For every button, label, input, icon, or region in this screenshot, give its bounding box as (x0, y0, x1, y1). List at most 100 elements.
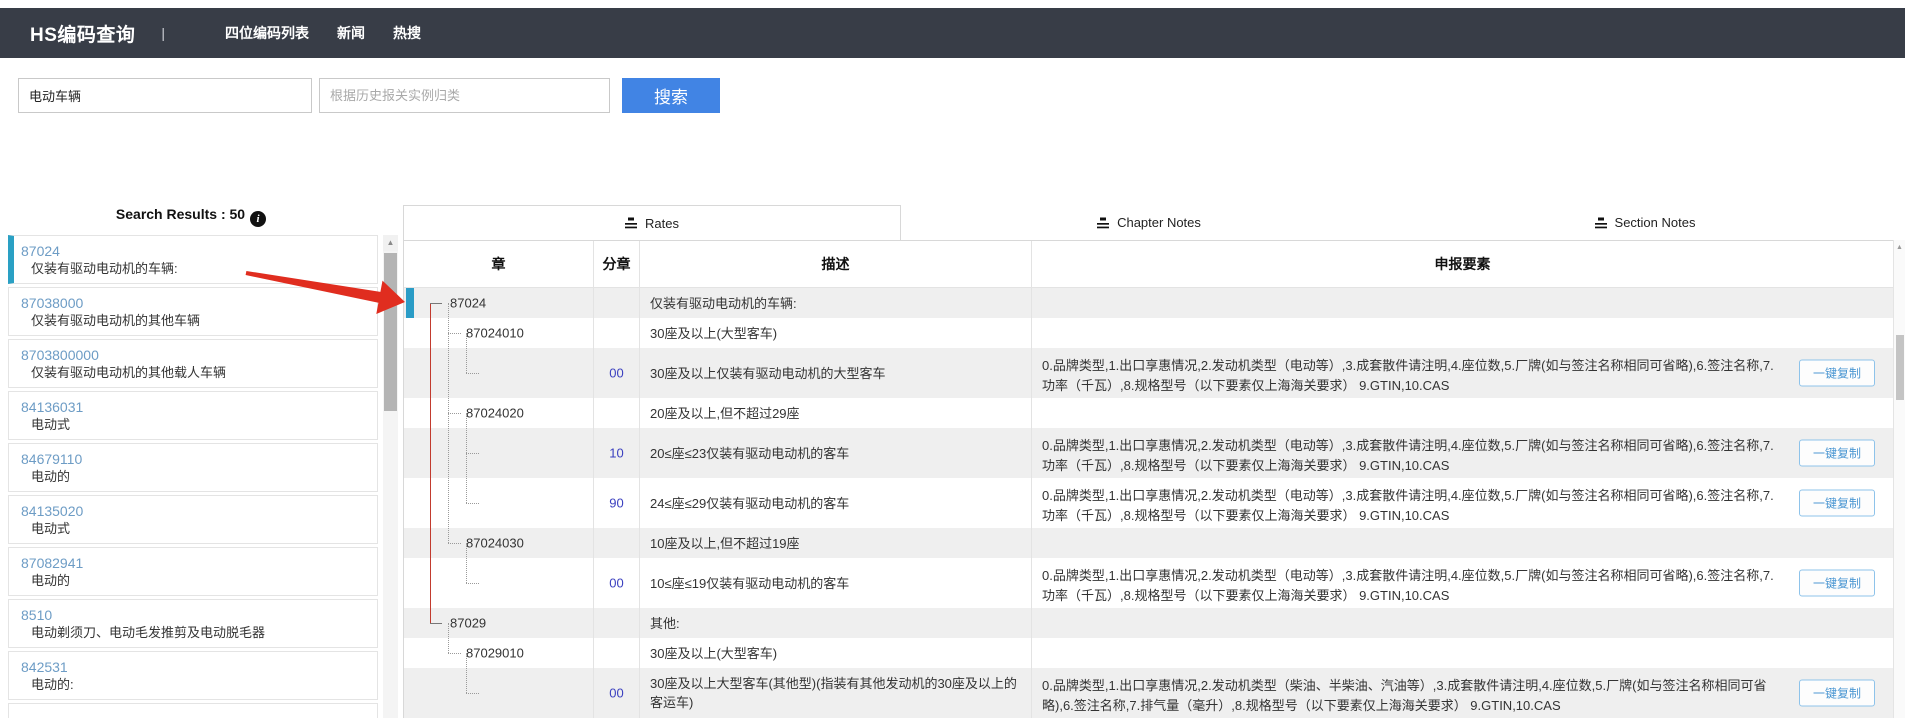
selected-row-indicator (406, 288, 414, 318)
result-item[interactable] (8, 703, 378, 718)
copy-button[interactable]: 一键复制 (1799, 570, 1875, 597)
detail-tabs: Rates Chapter Notes Section Notes (403, 205, 1893, 240)
row-description: 30座及以上(大型客车) (640, 644, 785, 663)
scroll-up-icon[interactable]: ▲ (1894, 244, 1905, 251)
tab-label: Section Notes (1615, 215, 1696, 230)
topbar: HS编码查询 | 四位编码列表新闻热搜 (0, 8, 1905, 58)
column-header: 申报要素 (1032, 241, 1893, 287)
hs-code[interactable]: 87029 (450, 616, 486, 631)
notes-list-icon (1097, 217, 1110, 229)
result-code-link[interactable]: 8703800000 (21, 346, 369, 364)
result-item[interactable]: 8703800000仅装有驱动电动机的其他载人车辆 (8, 339, 378, 388)
row-description: 20座及以上,但不超过29座 (640, 404, 808, 423)
result-description: 仅装有驱动电动机的车辆: (21, 260, 369, 278)
search-results-header: Search Results : 50 i (0, 206, 382, 227)
copy-button[interactable]: 一键复制 (1799, 490, 1875, 517)
result-code-link[interactable]: 84136031 (21, 398, 369, 416)
result-code-link[interactable]: 87038000 (21, 294, 369, 312)
sidebar-scrollbar-thumb[interactable] (384, 253, 397, 411)
nav-item-3[interactable]: 热搜 (393, 23, 421, 43)
table-scrollbar[interactable]: ▲ (1893, 240, 1905, 718)
sub-code-link[interactable]: 00 (594, 686, 639, 701)
table-scrollbar-thumb[interactable] (1896, 335, 1904, 400)
copy-button[interactable]: 一键复制 (1799, 440, 1875, 467)
result-item[interactable]: 87024仅装有驱动电动机的车辆: (8, 235, 378, 284)
table-header-row: 章分章描述申报要素 (404, 241, 1893, 288)
table-row: 0030座及以上大型客车(其他型)(指装有其他发动机的30座及以上的客运车)0.… (404, 668, 1893, 718)
table-row: 87029其他: (404, 608, 1893, 638)
result-code-link[interactable]: 84679110 (21, 450, 369, 468)
result-item[interactable]: 84679110电动的 (8, 443, 378, 492)
sub-code-link[interactable]: 90 (594, 496, 639, 511)
result-code-link[interactable]: 84135020 (21, 502, 369, 520)
title-separator: | (161, 25, 165, 41)
hs-code[interactable]: 87024010 (466, 326, 524, 341)
result-description: 电动的: (21, 676, 369, 694)
table-row: 9024≤座≤29仅装有驱动电动机的客车0.品牌类型,1.出口享惠情况,2.发动… (404, 478, 1893, 528)
result-item[interactable]: 87038000仅装有驱动电动机的其他车辆 (8, 287, 378, 336)
result-item[interactable]: 84136031电动式 (8, 391, 378, 440)
table-row: 8702403010座及以上,但不超过19座 (404, 528, 1893, 558)
result-code-link[interactable]: 87082941 (21, 554, 369, 572)
declaration-elements: 0.品牌类型,1.出口享惠情况,2.发动机类型（柴油、半柴油、汽油等）,3.成套… (1032, 671, 1893, 716)
declaration-elements: 0.品牌类型,1.出口享惠情况,2.发动机类型（电动等）,3.成套散件请注明,4… (1032, 431, 1893, 476)
search-area: 搜索 (0, 78, 1905, 114)
tab-rates[interactable]: Rates (403, 205, 901, 240)
result-description: 电动的 (21, 468, 369, 486)
column-header: 章 (404, 241, 594, 287)
sub-code-link[interactable]: 10 (594, 446, 639, 461)
row-description: 30座及以上仅装有驱动电动机的大型客车 (640, 364, 893, 383)
rates-table: 章分章描述申报要素 87024 仅装有驱动电动机的车辆: 87024010 30座及以… (403, 240, 1893, 718)
result-item[interactable]: 842531电动的: (8, 651, 378, 700)
notes-list-icon (1595, 217, 1608, 229)
row-description: 20≤座≤23仅装有驱动电动机的客车 (640, 444, 857, 463)
tab-label: Chapter Notes (1117, 215, 1201, 230)
keyword-search-input[interactable] (18, 78, 312, 113)
copy-button[interactable]: 一键复制 (1799, 680, 1875, 707)
scroll-up-icon[interactable]: ▲ (383, 235, 398, 251)
result-code-link[interactable]: 87024 (21, 242, 369, 260)
hs-code[interactable]: 87024030 (466, 536, 524, 551)
tab-label: Rates (645, 216, 679, 231)
hs-code[interactable]: 87029010 (466, 646, 524, 661)
top-navigation: 四位编码列表 新闻 热搜 (225, 23, 421, 43)
sub-code-link[interactable]: 00 (594, 576, 639, 591)
hs-code-lookup-page: HS编码查询 | 四位编码列表新闻热搜 搜索 Search Results : … (0, 0, 1905, 718)
row-description: 仅装有驱动电动机的车辆: (640, 294, 805, 313)
declaration-elements: 0.品牌类型,1.出口享惠情况,2.发动机类型（电动等）,3.成套散件请注明,4… (1032, 481, 1893, 526)
hs-code[interactable]: 87024020 (466, 406, 524, 421)
result-description: 电动式 (21, 416, 369, 434)
result-description: 电动式 (21, 520, 369, 538)
declaration-elements: 0.品牌类型,1.出口享惠情况,2.发动机类型（电动等）,3.成套散件请注明,4… (1032, 351, 1893, 396)
row-description: 30座及以上(大型客车) (640, 324, 785, 343)
copy-button[interactable]: 一键复制 (1799, 360, 1875, 387)
hs-code[interactable]: 87024 (450, 296, 486, 311)
result-description: 仅装有驱动电动机的其他车辆 (21, 312, 369, 330)
column-header: 描述 (640, 241, 1032, 287)
classify-by-history-input[interactable] (319, 78, 610, 113)
sidebar-scrollbar[interactable]: ▲ (383, 235, 398, 718)
sub-code-link[interactable]: 00 (594, 366, 639, 381)
result-item[interactable]: 87082941电动的 (8, 547, 378, 596)
search-results-count: Search Results : 50 (116, 206, 245, 222)
tab-chapter-notes[interactable]: Chapter Notes (901, 205, 1397, 240)
result-code-link[interactable]: 842531 (21, 658, 369, 676)
table-row: 1020≤座≤23仅装有驱动电动机的客车 0.品牌类型,1.出口享惠情况,2.发动… (404, 428, 1893, 478)
nav-item-1[interactable]: 四位编码列表 (225, 23, 309, 43)
info-icon[interactable]: i (250, 211, 266, 227)
nav-item-2[interactable]: 新闻 (337, 23, 365, 43)
table-row: 87024 仅装有驱动电动机的车辆: (404, 288, 1893, 318)
result-item[interactable]: 84135020电动式 (8, 495, 378, 544)
search-button[interactable]: 搜索 (622, 78, 720, 113)
notes-list-icon (625, 217, 638, 229)
tab-section-notes[interactable]: Section Notes (1397, 205, 1893, 240)
table-row: 0010≤座≤19仅装有驱动电动机的客车0.品牌类型,1.出口享惠情况,2.发动… (404, 558, 1893, 608)
result-code-link[interactable]: 8510 (21, 606, 369, 624)
table-row: 0030座及以上仅装有驱动电动机的大型客车 0.品牌类型,1.出口享惠情况,2.发… (404, 348, 1893, 398)
table-body: 87024仅装有驱动电动机的车辆:8702401030座及以上(大型客车)003… (404, 288, 1893, 718)
row-description: 30座及以上大型客车(其他型)(指装有其他发动机的30座及以上的客运车) (640, 674, 1031, 712)
result-description: 仅装有驱动电动机的其他载人车辆 (21, 364, 369, 382)
result-item[interactable]: 8510电动剃须刀、电动毛发推剪及电动脱毛器 (8, 599, 378, 648)
declaration-elements: 0.品牌类型,1.出口享惠情况,2.发动机类型（电动等）,3.成套散件请注明,4… (1032, 561, 1893, 606)
table-row: 87029010 30座及以上(大型客车) (404, 638, 1893, 668)
